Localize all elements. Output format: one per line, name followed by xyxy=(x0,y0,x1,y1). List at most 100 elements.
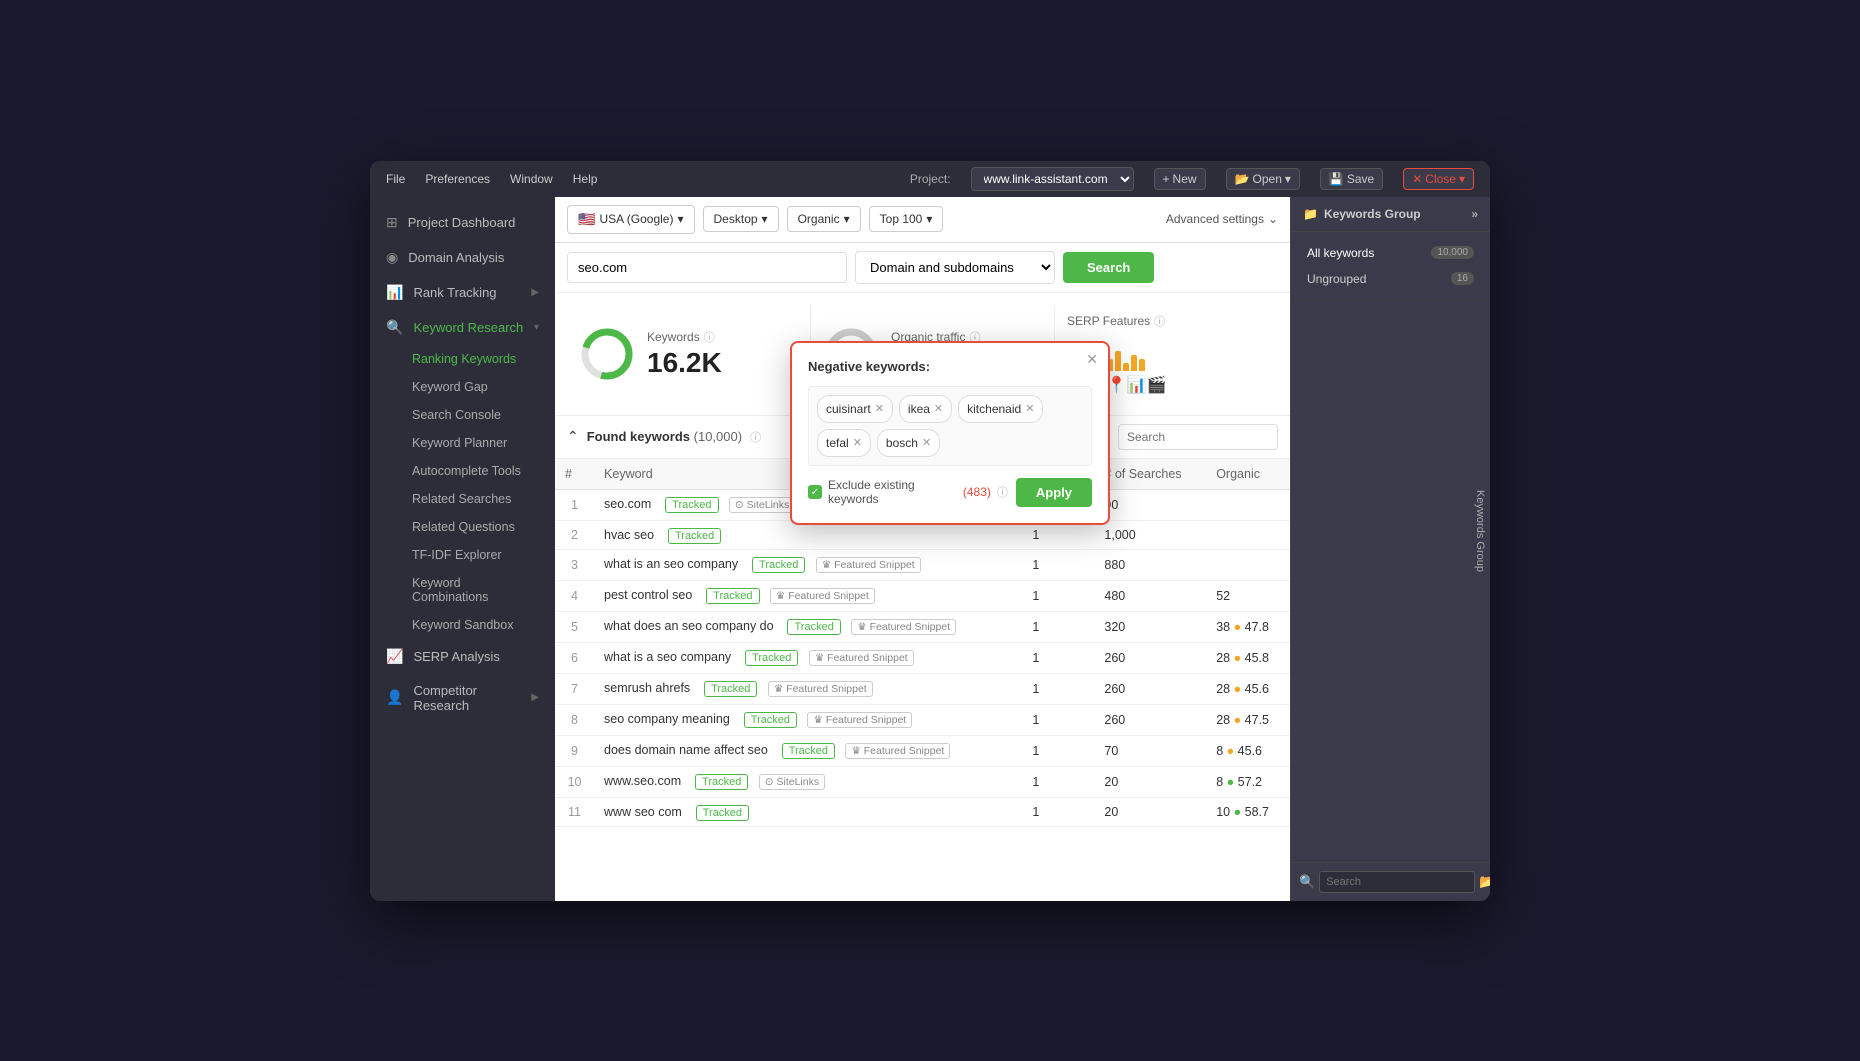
new-button[interactable]: + New xyxy=(1154,168,1206,190)
sidebar-item-keyword-research[interactable]: 🔍 Keyword Research ▾ xyxy=(370,310,555,345)
save-button[interactable]: 💾 Save xyxy=(1320,168,1383,190)
popup-close-button[interactable]: ✕ xyxy=(1086,351,1098,368)
featured-snippet-badge: ♛ Featured Snippet xyxy=(770,588,875,604)
table-row[interactable]: 5 what does an seo company do Tracked ♛ … xyxy=(555,611,1290,642)
sidebar-item-domain-analysis[interactable]: ◉ Domain Analysis xyxy=(370,240,555,275)
tag-ikea-remove[interactable]: ✕ xyxy=(934,402,943,415)
menu-preferences[interactable]: Preferences xyxy=(425,172,490,186)
right-panel-search-input[interactable] xyxy=(1319,871,1475,893)
exclude-checkbox[interactable]: ✓ xyxy=(808,485,822,499)
advanced-settings-button[interactable]: Advanced settings ⌄ xyxy=(1166,212,1278,226)
open-button[interactable]: 📂 Open ▾ xyxy=(1226,168,1300,190)
folder-icon: 📁 xyxy=(1303,207,1318,221)
table-search-input[interactable] xyxy=(1118,424,1278,450)
table-row[interactable]: 4 pest control seo Tracked ♛ Featured Sn… xyxy=(555,580,1290,611)
apply-button[interactable]: Apply xyxy=(1016,478,1092,507)
row-keyword: semrush ahrefs Tracked ♛ Featured Snippe… xyxy=(594,673,1022,704)
menu-file[interactable]: File xyxy=(386,172,405,186)
sidebar-item-competitor-research[interactable]: 👤 Competitor Research ▶ xyxy=(370,674,555,722)
table-row[interactable]: 7 semrush ahrefs Tracked ♛ Featured Snip… xyxy=(555,673,1290,704)
right-panel-group: All keywords 10,000 Ungrouped 16 xyxy=(1291,232,1490,301)
sidebar-item-rank-tracking[interactable]: 📊 Rank Tracking ▶ xyxy=(370,275,555,310)
serp-bar xyxy=(1139,359,1145,371)
featured-snippet-badge: ♛ Featured Snippet xyxy=(768,681,873,697)
tracked-badge: Tracked xyxy=(668,528,721,544)
exclude-checkbox-label[interactable]: ✓ Exclude existing keywords (483) ⓘ xyxy=(808,478,1008,506)
add-group-button[interactable]: 📂 xyxy=(1479,874,1490,890)
domain-icon: ◉ xyxy=(386,249,398,266)
row-searches: 480 xyxy=(1094,580,1206,611)
table-row[interactable]: 6 what is a seo company Tracked ♛ Featur… xyxy=(555,642,1290,673)
sidebar-sub-keyword-combinations[interactable]: Keyword Combinations xyxy=(370,569,555,611)
table-row[interactable]: 10 www.seo.com Tracked ⊙ SiteLinks 1 20 … xyxy=(555,766,1290,797)
menu-help[interactable]: Help xyxy=(573,172,598,186)
sidebar-sub-related-questions[interactable]: Related Questions xyxy=(370,513,555,541)
project-select[interactable]: www.link-assistant.com xyxy=(971,167,1134,191)
close-button[interactable]: ✕ Close ▾ xyxy=(1403,168,1474,190)
table-row[interactable]: 3 what is an seo company Tracked ♛ Featu… xyxy=(555,549,1290,580)
row-organic: 38 ● 47.8 xyxy=(1206,611,1290,642)
row-num: 1 xyxy=(555,489,594,520)
row-rank: 1 xyxy=(1022,549,1094,580)
keywords-group-tab[interactable]: Keywords Group xyxy=(1470,478,1490,584)
row-keyword: www seo com Tracked xyxy=(594,797,1022,826)
col-organic: Organic xyxy=(1206,459,1290,490)
right-panel-all-keywords[interactable]: All keywords 10,000 xyxy=(1303,240,1478,266)
mode-dropdown[interactable]: Organic ▾ xyxy=(787,206,861,232)
menu-bar: File Preferences Window Help Project: ww… xyxy=(370,161,1490,197)
domain-input[interactable] xyxy=(567,252,847,283)
sidebar-sub-search-console[interactable]: Search Console xyxy=(370,401,555,429)
sidebar: ⊞ Project Dashboard ◉ Domain Analysis 📊 … xyxy=(370,197,555,901)
keywords-label: Keywords ⓘ xyxy=(647,329,722,345)
right-panel-ungrouped[interactable]: Ungrouped 16 xyxy=(1303,266,1478,292)
domain-scope-select[interactable]: Domain and subdomains xyxy=(855,251,1055,284)
table-row[interactable]: 11 www seo com Tracked 1 20 10 ● 58.7 xyxy=(555,797,1290,826)
sidebar-sub-keyword-planner[interactable]: Keyword Planner xyxy=(370,429,555,457)
competitor-chevron: ▶ xyxy=(531,692,539,703)
sidebar-sub-keyword-sandbox[interactable]: Keyword Sandbox xyxy=(370,611,555,639)
sidebar-sub-autocomplete[interactable]: Autocomplete Tools xyxy=(370,457,555,485)
tag-tefal: tefal ✕ xyxy=(817,429,871,457)
tracked-badge: Tracked xyxy=(706,588,759,604)
sidebar-sub-tfidf[interactable]: TF-IDF Explorer xyxy=(370,541,555,569)
row-num: 3 xyxy=(555,549,594,580)
search-button[interactable]: Search xyxy=(1063,252,1154,283)
tag-kitchenaid-remove[interactable]: ✕ xyxy=(1025,402,1034,415)
row-searches: 20 xyxy=(1094,797,1206,826)
flag-icon: 🇺🇸 xyxy=(578,211,595,228)
row-organic xyxy=(1206,520,1290,549)
tag-cuisinart: cuisinart ✕ xyxy=(817,395,893,423)
device-dropdown[interactable]: Desktop ▾ xyxy=(703,206,779,232)
serp-icon: 📈 xyxy=(386,648,403,665)
top-dropdown[interactable]: Top 100 ▾ xyxy=(869,206,944,232)
sidebar-sub-keyword-gap[interactable]: Keyword Gap xyxy=(370,373,555,401)
country-dropdown[interactable]: 🇺🇸 USA (Google) ▾ xyxy=(567,205,695,234)
collapse-icon[interactable]: ⌃ xyxy=(567,428,579,445)
serp-bar xyxy=(1115,351,1121,371)
negative-keywords-popup[interactable]: ✕ Negative keywords: cuisinart ✕ ikea ✕ … xyxy=(790,341,1110,525)
featured-snippet-badge: ♛ Featured Snippet xyxy=(809,650,914,666)
sidebar-sub-ranking-keywords[interactable]: Ranking Keywords xyxy=(370,345,555,373)
sidebar-sub-related-searches[interactable]: Related Searches xyxy=(370,485,555,513)
popup-title: Negative keywords: xyxy=(808,359,1092,374)
right-panel-footer: 🔍 📂 xyxy=(1291,862,1490,901)
row-rank: 1 xyxy=(1022,797,1094,826)
table-row[interactable]: 9 does domain name affect seo Tracked ♛ … xyxy=(555,735,1290,766)
tag-bosch-remove[interactable]: ✕ xyxy=(922,436,931,449)
keyword-icon: 🔍 xyxy=(386,319,403,336)
expand-icon[interactable]: » xyxy=(1471,207,1478,221)
row-keyword: www.seo.com Tracked ⊙ SiteLinks xyxy=(594,766,1022,797)
serp-info-icon: ⓘ xyxy=(1154,313,1165,329)
ungrouped-badge: 16 xyxy=(1451,272,1474,285)
menu-window[interactable]: Window xyxy=(510,172,553,186)
sidebar-item-project-dashboard[interactable]: ⊞ Project Dashboard xyxy=(370,205,555,240)
row-num: 4 xyxy=(555,580,594,611)
open-icon: 📂 xyxy=(1235,172,1250,186)
col-searches: # of Searches xyxy=(1094,459,1206,490)
sitelinks-badge: ⊙ SiteLinks xyxy=(759,774,825,790)
tag-cuisinart-remove[interactable]: ✕ xyxy=(875,402,884,415)
tag-tefal-remove[interactable]: ✕ xyxy=(853,436,862,449)
sitelinks-badge: ⊙ SiteLinks xyxy=(729,497,795,513)
table-row[interactable]: 8 seo company meaning Tracked ♛ Featured… xyxy=(555,704,1290,735)
sidebar-item-serp-analysis[interactable]: 📈 SERP Analysis xyxy=(370,639,555,674)
